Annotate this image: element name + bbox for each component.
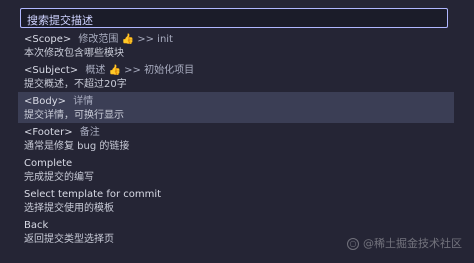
option-subject[interactable]: <Subject> 概述 👍 >> 初始化项目 提交概述，不超过20字 [18, 61, 454, 92]
option-desc: 概述 👍 >> 初始化项目 [85, 65, 195, 76]
option-desc: 修改范围 👍 >> init [78, 34, 173, 45]
option-subtitle: 通常是修复 bug 的链接 [24, 141, 130, 152]
option-desc: 详情 [73, 96, 94, 107]
option-subtitle: 提交详情，可换行显示 [24, 110, 124, 121]
watermark-icon: ○ [347, 238, 359, 250]
option-title: Complete [24, 158, 73, 169]
search-box[interactable] [20, 8, 448, 30]
option-title: <Footer> [24, 127, 73, 138]
option-subtitle: 提交概述，不超过20字 [24, 79, 127, 90]
option-title: Back [24, 220, 49, 231]
option-title-line: <Body> 详情 [24, 95, 446, 109]
option-title-line: Back [24, 219, 446, 233]
option-title: Select template for commit [24, 189, 162, 200]
option-title-line: <Scope> 修改范围 👍 >> init [24, 33, 446, 47]
option-title: <Body> [24, 96, 67, 107]
option-scope[interactable]: <Scope> 修改范围 👍 >> init 本次修改包含哪些模块 [18, 30, 454, 61]
option-body[interactable]: <Body> 详情 提交详情，可换行显示 [18, 92, 454, 123]
option-title: <Scope> [24, 34, 72, 45]
option-complete[interactable]: Complete 完成提交的编写 [18, 154, 454, 185]
options-list: <Scope> 修改范围 👍 >> init 本次修改包含哪些模块 <Subje… [18, 30, 454, 247]
watermark-text: @稀土掘金技术社区 [363, 237, 462, 250]
option-select-template[interactable]: Select template for commit 选择提交使用的模板 [18, 185, 454, 216]
option-subtitle: 选择提交使用的模板 [24, 203, 114, 214]
commit-quickpick-panel: <Scope> 修改范围 👍 >> init 本次修改包含哪些模块 <Subje… [0, 0, 474, 263]
option-title: <Subject> [24, 65, 79, 76]
search-input[interactable] [21, 11, 447, 30]
option-title-line: <Footer> 备注 [24, 126, 446, 140]
option-title-line: Complete [24, 157, 446, 171]
watermark: ○ @稀土掘金技术社区 [347, 237, 462, 251]
option-title-line: <Subject> 概述 👍 >> 初始化项目 [24, 64, 446, 78]
option-title-line: Select template for commit [24, 188, 446, 202]
option-desc: 备注 [79, 127, 100, 138]
option-footer[interactable]: <Footer> 备注 通常是修复 bug 的链接 [18, 123, 454, 154]
option-subtitle: 完成提交的编写 [24, 172, 94, 183]
option-subtitle: 本次修改包含哪些模块 [24, 48, 124, 59]
